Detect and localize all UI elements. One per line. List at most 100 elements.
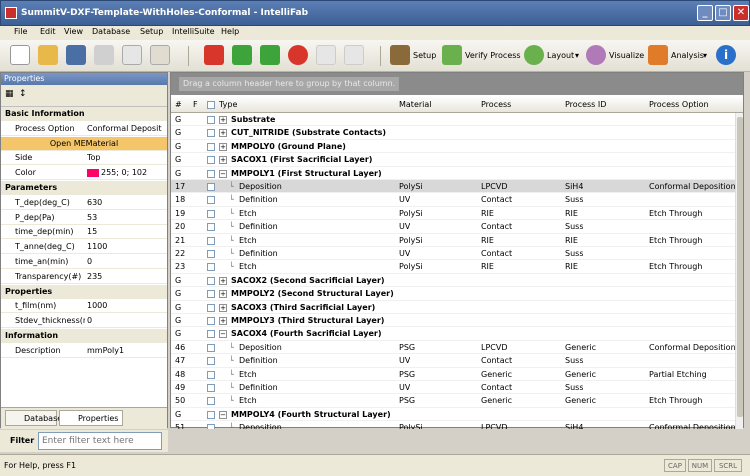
- property-row[interactable]: Stdev_thickness(nm0: [1, 314, 167, 329]
- property-row[interactable]: Transparency(#) 235: [1, 270, 167, 284]
- column-process-id[interactable]: Process ID: [565, 100, 606, 109]
- expand-toggle[interactable]: +: [219, 276, 227, 285]
- property-value[interactable]: Top: [87, 151, 167, 164]
- table-row[interactable]: 23 └ Etch PolySi RIE RIE Etch Through: [171, 260, 735, 274]
- row-checkbox[interactable]: [207, 263, 215, 272]
- table-row[interactable]: 50 └ Etch PSG Generic Generic Etch Through: [171, 394, 735, 408]
- group-row[interactable]: G + MMPOLY0 (Ground Plane): [171, 140, 735, 154]
- arrow-up-icon[interactable]: [260, 45, 280, 65]
- group-row[interactable]: G + SACOX2 (Second Sacrificial Layer): [171, 274, 735, 288]
- column-flag[interactable]: F: [193, 100, 198, 109]
- property-row[interactable]: T_dep(deg_C) 630: [1, 196, 167, 210]
- row-checkbox[interactable]: [207, 303, 215, 312]
- row-checkbox[interactable]: [207, 370, 215, 379]
- group-row[interactable]: G + SACOX3 (Third Sacrificial Layer): [171, 301, 735, 314]
- chevron-down-icon[interactable]: ▾: [575, 51, 579, 60]
- chevron-down-icon[interactable]: ▾: [703, 51, 707, 60]
- row-checkbox[interactable]: [207, 196, 215, 205]
- row-checkbox[interactable]: [207, 223, 215, 232]
- select-all-checkbox[interactable]: [207, 101, 215, 109]
- arrow-down-icon[interactable]: [232, 45, 252, 65]
- table-row[interactable]: 46 └ Deposition PSG LPCVD Generic Conformal De…: [171, 341, 736, 355]
- layout-icon[interactable]: [524, 45, 544, 65]
- menu-edit[interactable]: Edit: [40, 27, 56, 36]
- group-row[interactable]: G + Substrate: [171, 113, 735, 127]
- setup-button[interactable]: Setup: [413, 51, 436, 60]
- table-row[interactable]: 20 └ Definition UV Contact Suss: [171, 220, 735, 234]
- property-row[interactable]: T_anne(deg_C) 1100: [1, 240, 167, 255]
- row-checkbox[interactable]: [207, 357, 215, 366]
- expand-toggle[interactable]: +: [219, 317, 227, 325]
- row-checkbox[interactable]: [207, 343, 215, 352]
- sort-alpha-icon[interactable]: ↕: [19, 89, 27, 99]
- menu-view[interactable]: View: [64, 27, 83, 36]
- column-material[interactable]: Material: [399, 100, 432, 109]
- expand-toggle[interactable]: +: [219, 156, 227, 165]
- property-row[interactable]: Process Option Conformal Deposit: [1, 122, 167, 136]
- tab-properties[interactable]: Properties: [59, 410, 123, 426]
- verify-process-button[interactable]: Verify Process: [465, 51, 521, 60]
- group-row[interactable]: G + MMPOLY2 (Second Structural Layer): [171, 287, 735, 301]
- tab-database[interactable]: Database: [5, 410, 62, 426]
- table-row[interactable]: 49 └ Definition UV Contact Suss: [171, 381, 735, 395]
- property-row[interactable]: time_an(min) 0: [1, 255, 167, 269]
- row-checkbox[interactable]: [207, 129, 215, 138]
- stop-icon[interactable]: [288, 45, 308, 65]
- property-value[interactable]: 630: [87, 196, 167, 209]
- table-row[interactable]: 21 └ Etch PolySi RIE RIE Etch Through: [171, 234, 735, 247]
- table-row[interactable]: 18 └ Definition UV Contact Suss: [171, 193, 735, 207]
- property-value[interactable]: 255; 0; 102: [87, 166, 167, 179]
- copy-icon[interactable]: [122, 45, 142, 65]
- save-icon[interactable]: [66, 45, 86, 65]
- property-value[interactable]: Conformal Deposit: [87, 122, 167, 135]
- row-checkbox[interactable]: [207, 250, 215, 258]
- row-checkbox[interactable]: [207, 116, 215, 124]
- duplicate-icon[interactable]: [344, 45, 364, 65]
- row-checkbox[interactable]: [207, 142, 215, 151]
- expand-toggle[interactable]: +: [219, 303, 227, 312]
- open-mematerial-button[interactable]: Open MEMaterial: [1, 136, 167, 151]
- cut-icon[interactable]: [94, 45, 114, 65]
- filter-input[interactable]: [38, 432, 162, 450]
- visualize-button[interactable]: Visualize: [609, 51, 644, 60]
- row-checkbox[interactable]: [207, 156, 215, 165]
- vertical-scrollbar[interactable]: [735, 113, 743, 429]
- row-checkbox[interactable]: [207, 209, 215, 218]
- property-row[interactable]: Side Top: [1, 151, 167, 166]
- row-checkbox[interactable]: [207, 183, 215, 191]
- menu-help[interactable]: Help: [221, 27, 239, 36]
- menu-setup[interactable]: Setup: [140, 27, 163, 36]
- group-row[interactable]: G + CUT_NITRIDE (Substrate Contacts): [171, 126, 735, 140]
- checkmark-icon[interactable]: [442, 45, 462, 65]
- property-row[interactable]: P_dep(Pa) 53: [1, 211, 167, 225]
- property-value[interactable]: 0: [87, 255, 167, 268]
- column-process-option[interactable]: Process Option: [649, 100, 709, 109]
- property-value[interactable]: 0: [87, 314, 167, 327]
- row-checkbox[interactable]: [207, 290, 215, 299]
- expand-toggle[interactable]: +: [219, 290, 227, 299]
- row-checkbox[interactable]: [207, 236, 215, 245]
- close-button[interactable]: ✕: [733, 5, 749, 21]
- property-row[interactable]: t_film(nm) 1000: [1, 299, 167, 314]
- table-row[interactable]: 48 └ Etch PSG Generic Generic Partial Etching: [171, 368, 735, 381]
- property-row[interactable]: time_dep(min) 15: [1, 225, 167, 240]
- properties-icon[interactable]: [316, 45, 336, 65]
- property-value[interactable]: 1100: [87, 240, 167, 253]
- group-row[interactable]: G + SACOX1 (First Sacrificial Layer): [171, 153, 735, 167]
- row-checkbox[interactable]: [207, 330, 215, 339]
- menu-file[interactable]: File: [14, 27, 27, 36]
- property-value[interactable]: mmPoly1: [87, 344, 167, 357]
- menu-intellisuite[interactable]: IntelliSuite: [172, 27, 215, 36]
- table-row[interactable]: 22 └ Definition UV Contact Suss: [171, 247, 735, 261]
- new-file-icon[interactable]: [10, 45, 30, 65]
- column-process[interactable]: Process: [481, 100, 511, 109]
- minimize-button[interactable]: _: [697, 5, 713, 21]
- property-value[interactable]: 235: [87, 270, 167, 283]
- row-checkbox[interactable]: [207, 317, 215, 325]
- visualize-icon[interactable]: [586, 45, 606, 65]
- analysis-icon[interactable]: [648, 45, 668, 65]
- row-checkbox[interactable]: [207, 410, 215, 419]
- expand-toggle[interactable]: −: [219, 169, 227, 178]
- table-row[interactable]: 17 └ Deposition PolySi LPCVD SiH4 Conformal De…: [171, 180, 736, 194]
- group-row[interactable]: G + MMPOLY3 (Third Structural Layer): [171, 314, 735, 328]
